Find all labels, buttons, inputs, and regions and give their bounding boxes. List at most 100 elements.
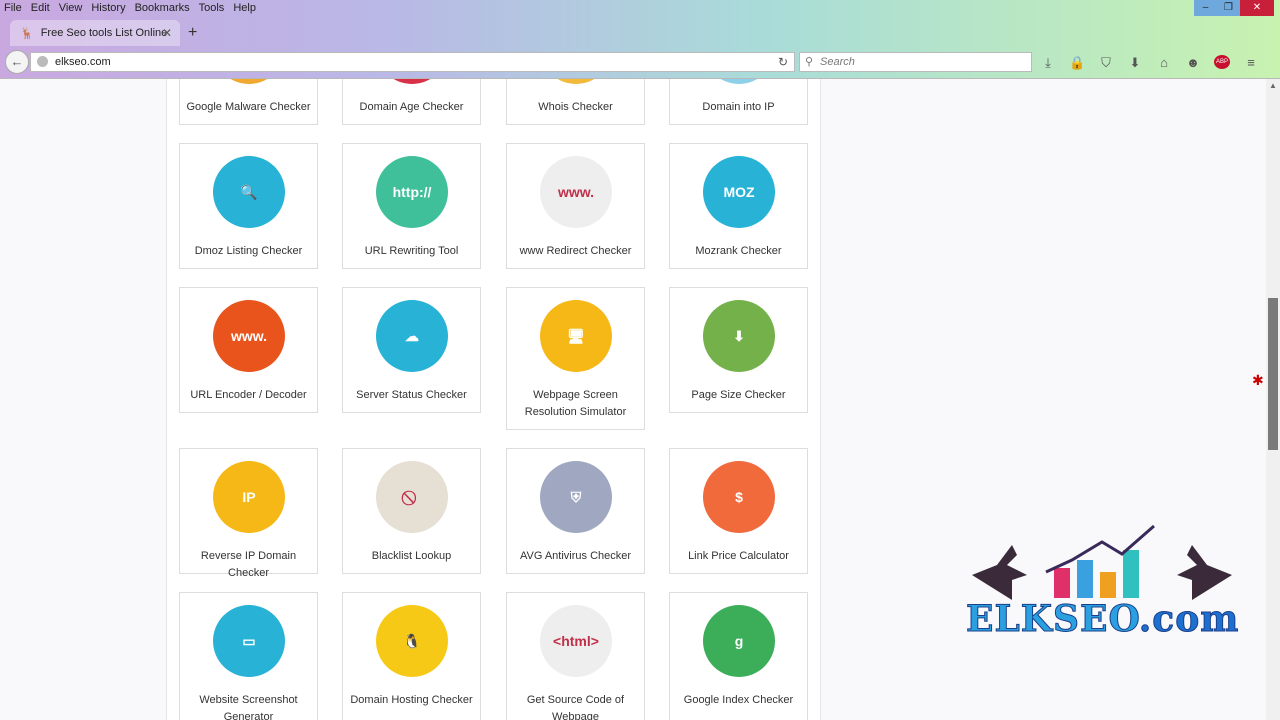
tool-icon: www. bbox=[540, 156, 612, 228]
tool-label: Domain into IP bbox=[702, 101, 775, 113]
tool-icon: 🖥 bbox=[540, 300, 612, 372]
search-placeholder: Search bbox=[820, 56, 855, 68]
downloads-icon[interactable]: ⬇ bbox=[1127, 55, 1143, 71]
tool-card[interactable]: g Google Index Checker bbox=[669, 592, 808, 720]
tool-label: Mozrank Checker bbox=[695, 245, 782, 257]
tool-icon: IP bbox=[213, 461, 285, 533]
tool-icon: MOZ bbox=[703, 156, 775, 228]
tab-active[interactable]: 🦌 Free Seo tools List Online ✕ bbox=[10, 20, 180, 46]
tool-icon: 🐧 bbox=[376, 605, 448, 677]
scrollbar[interactable]: ▲ bbox=[1266, 79, 1280, 720]
tool-icon: ⃠ bbox=[376, 461, 448, 533]
tool-label: AVG Antivirus Checker bbox=[519, 550, 632, 562]
tool-label: Google Index Checker bbox=[683, 694, 794, 706]
menu-hamburger-icon[interactable]: ≡ bbox=[1243, 55, 1259, 71]
tool-label: Domain Hosting Checker bbox=[350, 694, 473, 706]
tool-card[interactable]: www. www Redirect Checker bbox=[506, 143, 645, 269]
new-tab-button[interactable]: + bbox=[188, 24, 197, 42]
address-bar[interactable]: elkseo.com ↻ bbox=[30, 52, 795, 72]
tool-label: Page Size Checker bbox=[691, 389, 786, 401]
tool-icon: ⛨ bbox=[540, 461, 612, 533]
globe-icon bbox=[37, 56, 48, 67]
tools-grid: Google Malware Checker Domain Age Checker… bbox=[166, 79, 821, 720]
tool-label: Link Price Calculator bbox=[688, 550, 789, 562]
tool-icon: ☁ bbox=[376, 300, 448, 372]
back-button[interactable]: ← bbox=[5, 50, 29, 74]
menu-help[interactable]: Help bbox=[233, 2, 256, 14]
tool-card[interactable]: ☁ Server Status Checker bbox=[342, 287, 481, 413]
search-input[interactable]: ⚲ Search bbox=[799, 52, 1032, 72]
tool-icon: www. bbox=[213, 300, 285, 372]
tool-card[interactable]: <html> Get Source Code of Webpage bbox=[506, 592, 645, 720]
tool-icon: ⬇ bbox=[703, 300, 775, 372]
adblock-icon[interactable]: ABP bbox=[1214, 55, 1230, 69]
tool-icon: ▭ bbox=[213, 605, 285, 677]
tool-icon: g bbox=[703, 605, 775, 677]
tool-label: Get Source Code of Webpage bbox=[526, 694, 625, 720]
tool-icon bbox=[376, 79, 448, 84]
tool-card[interactable]: ⃠ Blacklist Lookup bbox=[342, 448, 481, 574]
tool-label: Blacklist Lookup bbox=[371, 550, 452, 562]
tool-label: Server Status Checker bbox=[356, 389, 467, 401]
url-text: elkseo.com bbox=[55, 56, 111, 68]
chat-icon[interactable]: ☻ bbox=[1185, 55, 1201, 71]
tab-title: Free Seo tools List Online bbox=[40, 27, 168, 39]
reload-icon[interactable]: ↻ bbox=[778, 53, 788, 71]
maximize-button[interactable]: ❐ bbox=[1217, 0, 1240, 16]
close-window-button[interactable]: ✕ bbox=[1240, 0, 1274, 16]
minimize-button[interactable]: – bbox=[1194, 0, 1217, 16]
tool-label: Webpage Screen Resolution Simulator bbox=[524, 389, 627, 418]
browser-chrome: File Edit View History Bookmarks Tools H… bbox=[0, 0, 1280, 79]
download-counter-icon[interactable]: ⤓ bbox=[1040, 55, 1056, 71]
menu-edit[interactable]: Edit bbox=[31, 2, 50, 14]
menu-tools[interactable]: Tools bbox=[199, 2, 225, 14]
deer-favicon-icon: 🦌 bbox=[20, 27, 34, 40]
tool-label: Reverse IP Domain Checker bbox=[200, 550, 297, 579]
tool-icon: 🔍 bbox=[213, 156, 285, 228]
tool-label: Whois Checker bbox=[538, 101, 613, 113]
scroll-up-icon[interactable]: ▲ bbox=[1269, 81, 1277, 90]
tool-card[interactable]: Whois Checker bbox=[506, 79, 645, 125]
extension-icon[interactable]: 🔒 bbox=[1069, 55, 1085, 71]
menu-bookmarks[interactable]: Bookmarks bbox=[135, 2, 190, 14]
tool-icon bbox=[703, 79, 775, 84]
tool-icon bbox=[213, 79, 285, 84]
tool-card[interactable]: ⬇ Page Size Checker bbox=[669, 287, 808, 413]
pocket-icon[interactable]: ⛉ bbox=[1098, 55, 1114, 71]
tool-icon: http:// bbox=[376, 156, 448, 228]
menu-bar: File Edit View History Bookmarks Tools H… bbox=[4, 2, 256, 14]
tool-label: Google Malware Checker bbox=[186, 101, 311, 113]
tool-card[interactable]: ⛨ AVG Antivirus Checker bbox=[506, 448, 645, 574]
home-icon[interactable]: ⌂ bbox=[1156, 55, 1172, 71]
nav-bar: ← elkseo.com ↻ ⚲ Search ⤓ 🔒 ⛉ ⬇ ⌂ ☻ ABP … bbox=[0, 47, 1280, 78]
tool-label: Domain Age Checker bbox=[359, 101, 464, 113]
tool-label: Dmoz Listing Checker bbox=[194, 245, 303, 257]
tool-card[interactable]: http:// URL Rewriting Tool bbox=[342, 143, 481, 269]
tool-icon: $ bbox=[703, 461, 775, 533]
mouse-cursor-icon: ✱ bbox=[1252, 372, 1264, 388]
tool-card[interactable]: $ Link Price Calculator bbox=[669, 448, 808, 574]
close-tab-icon[interactable]: ✕ bbox=[162, 26, 172, 40]
tool-card[interactable]: www. URL Encoder / Decoder bbox=[179, 287, 318, 413]
tool-card[interactable]: 🔍 Dmoz Listing Checker bbox=[179, 143, 318, 269]
tool-icon: <html> bbox=[540, 605, 612, 677]
tool-card[interactable]: 🖥 Webpage Screen Resolution Simulator bbox=[506, 287, 645, 430]
tool-card[interactable]: IP Reverse IP Domain Checker bbox=[179, 448, 318, 579]
tool-card[interactable]: Domain into IP bbox=[669, 79, 808, 125]
tool-label: URL Rewriting Tool bbox=[364, 245, 459, 257]
menu-view[interactable]: View bbox=[59, 2, 83, 14]
tool-card[interactable]: Domain Age Checker bbox=[342, 79, 481, 125]
tool-card[interactable]: MOZ Mozrank Checker bbox=[669, 143, 808, 269]
tool-card[interactable]: 🐧 Domain Hosting Checker bbox=[342, 592, 481, 720]
tool-icon bbox=[540, 79, 612, 84]
menu-history[interactable]: History bbox=[91, 2, 125, 14]
tool-label: Website Screenshot Generator bbox=[199, 694, 298, 720]
menu-file[interactable]: File bbox=[4, 2, 22, 14]
elkseo-logo: ELKSEO.com bbox=[962, 520, 1242, 645]
scrollbar-thumb[interactable] bbox=[1268, 298, 1278, 450]
tool-label: URL Encoder / Decoder bbox=[190, 389, 307, 401]
tool-card[interactable]: Google Malware Checker bbox=[179, 79, 318, 125]
search-icon: ⚲ bbox=[805, 56, 814, 68]
tool-label: www Redirect Checker bbox=[519, 245, 632, 257]
tool-card[interactable]: ▭ Website Screenshot Generator bbox=[179, 592, 318, 720]
